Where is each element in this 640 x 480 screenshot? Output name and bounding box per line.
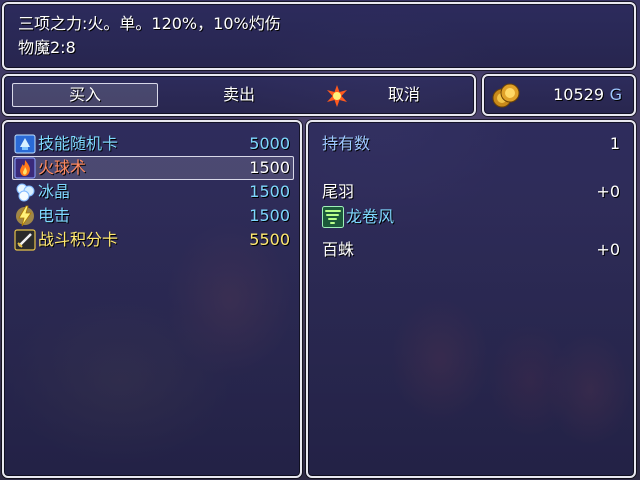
item-price: 5000 xyxy=(249,134,290,153)
list-item[interactable]: 火球术 1500 xyxy=(14,156,290,180)
buy-list-window: 技能随机卡 5000 火球术 1500 冰晶 1500 电击 1500 战斗积分… xyxy=(2,120,302,478)
item-name: 火球术 xyxy=(38,158,87,177)
cancel-button[interactable]: 取消 xyxy=(356,85,452,105)
party-member-name: 百蛛 xyxy=(322,240,355,259)
help-description: 三项之力:火。单。120%，10%灼伤 xyxy=(18,14,281,33)
status-window: 持有数 1 尾羽 +0 龙卷风 百蛛 +0 xyxy=(306,120,636,478)
party-member-name: 尾羽 xyxy=(322,182,355,201)
list-item[interactable]: 冰晶 1500 xyxy=(14,180,290,204)
help-window: 三项之力:火。单。120%，10%灼伤 物魔2:8 xyxy=(2,2,636,70)
item-name: 战斗积分卡 xyxy=(38,230,119,249)
skill-card-icon xyxy=(14,134,36,154)
shop-scene: 三项之力:火。单。120%，10%灼伤 物魔2:8 买入 卖出 取消 10529… xyxy=(0,0,640,480)
item-price: 1500 xyxy=(249,158,290,177)
party-member-change: +0 xyxy=(596,182,620,201)
list-item[interactable]: 电击 1500 xyxy=(14,204,290,228)
lightning-icon xyxy=(16,205,34,227)
ice-crystal-icon xyxy=(16,183,35,202)
tornado-icon xyxy=(322,206,344,228)
buy-button[interactable]: 买入 xyxy=(12,85,158,105)
gold-window: 10529 G xyxy=(482,74,636,116)
item-name: 冰晶 xyxy=(38,182,71,201)
item-price: 1500 xyxy=(249,182,290,201)
party-member-change: +0 xyxy=(596,240,620,259)
sell-button[interactable]: 卖出 xyxy=(174,85,304,105)
shop-command-window: 买入 卖出 取消 xyxy=(2,74,476,116)
possession-label: 持有数 xyxy=(322,134,371,153)
list-item[interactable]: 技能随机卡 5000 xyxy=(14,132,290,156)
item-price: 1500 xyxy=(249,206,290,225)
party-member-name: 龙卷风 xyxy=(346,207,395,226)
gold-unit: G xyxy=(609,85,622,104)
burst-icon xyxy=(327,85,347,107)
gold-amount: 10529 xyxy=(553,85,604,104)
item-price: 5500 xyxy=(249,230,290,249)
item-name: 技能随机卡 xyxy=(38,134,119,153)
item-name: 电击 xyxy=(38,206,71,225)
fire-icon xyxy=(14,157,36,179)
help-ratio: 物魔2:8 xyxy=(18,38,76,57)
list-item[interactable]: 战斗积分卡 5500 xyxy=(14,228,290,252)
gold-coins-icon xyxy=(492,83,520,108)
sword-card-icon xyxy=(14,229,36,251)
possession-count: 1 xyxy=(609,134,620,153)
